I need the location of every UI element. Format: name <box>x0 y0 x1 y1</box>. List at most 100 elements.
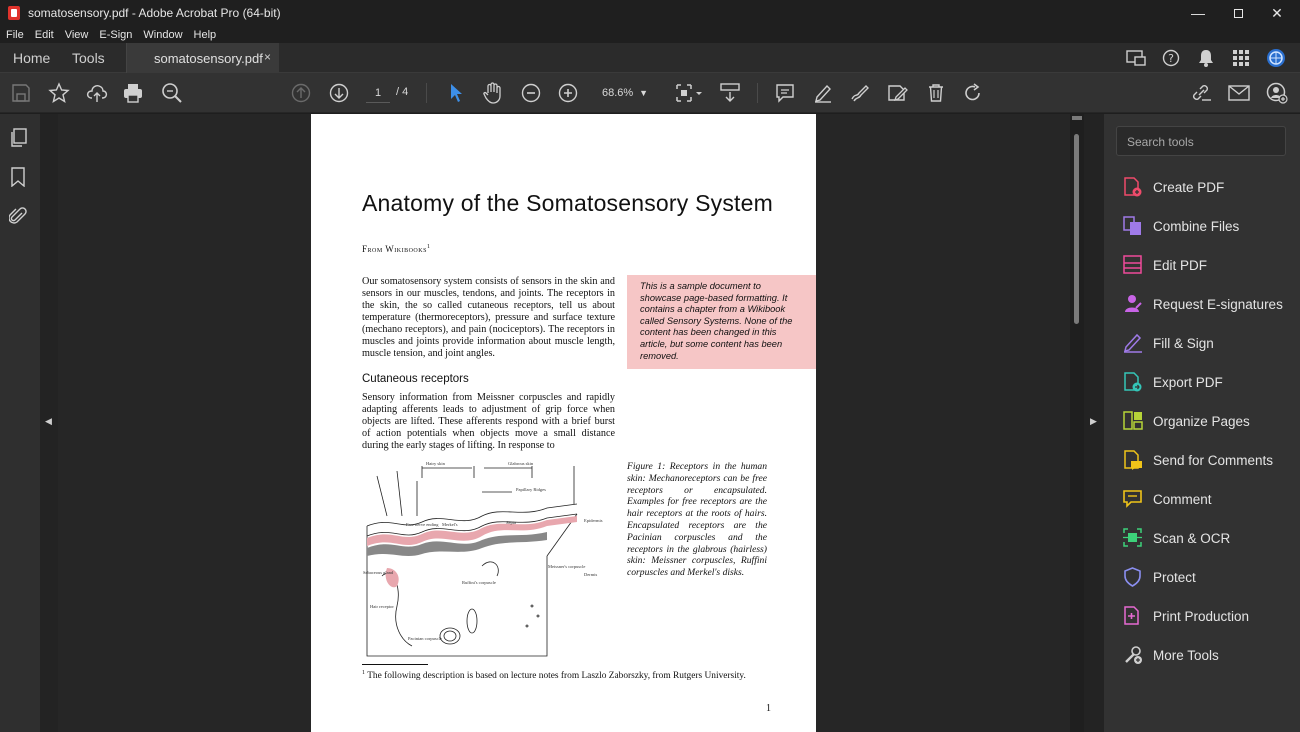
skin-receptors-figure: Hairy skin Glabrous skin Papillary Ridge… <box>363 461 603 657</box>
figure-label-epidermis: Epidermis <box>584 518 603 523</box>
page-total: / 4 <box>396 86 409 98</box>
figure-caption: Figure 1: Receptors in the human skin: M… <box>627 461 767 579</box>
tool-label: Edit PDF <box>1153 257 1208 273</box>
apps-grid-icon[interactable] <box>1231 48 1251 68</box>
organize-pages-icon <box>1122 410 1144 432</box>
tab-document[interactable]: somatosensory.pdf × <box>126 43 279 73</box>
attachments-paperclip-icon[interactable] <box>8 206 27 231</box>
tool-send-for-comments[interactable]: Send for Comments <box>1122 448 1273 472</box>
search-tools-input[interactable]: Search tools <box>1116 126 1286 156</box>
tool-request-e-signatures[interactable]: Request E-signatures <box>1122 292 1283 316</box>
bookmarks-icon[interactable] <box>10 167 26 192</box>
tool-print-production[interactable]: Print Production <box>1122 604 1249 628</box>
figure-label-septa: Septa <box>506 520 516 525</box>
highlight-pen-icon[interactable] <box>812 82 834 104</box>
zoom-in-icon[interactable] <box>557 82 579 104</box>
draw-signature-icon[interactable] <box>849 82 871 104</box>
scrollbar-thumb[interactable] <box>1074 134 1079 324</box>
menu-window[interactable]: Window <box>137 29 187 41</box>
help-icon[interactable]: ? <box>1161 48 1181 68</box>
figure-label-ruffini: Ruffini's corpuscle <box>462 580 496 585</box>
figure-label-free-nerve: Free nerve ending <box>406 522 439 527</box>
tool-label: Combine Files <box>1153 218 1240 234</box>
close-window-button[interactable]: ✕ <box>1254 0 1300 26</box>
page-number: 1 <box>766 703 771 714</box>
zoom-out-icon[interactable] <box>520 82 542 104</box>
close-tab-icon[interactable]: × <box>264 50 271 64</box>
tool-fill-sign[interactable]: Fill & Sign <box>1122 331 1214 355</box>
tool-more-tools[interactable]: More Tools <box>1122 643 1219 667</box>
tool-protect[interactable]: Protect <box>1122 565 1196 589</box>
menu-help[interactable]: Help <box>188 29 222 41</box>
document-title: Anatomy of the Somatosensory System <box>362 190 773 216</box>
menu-esign[interactable]: E-Sign <box>93 29 137 41</box>
search-zoom-icon[interactable] <box>161 82 183 104</box>
add-user-icon[interactable] <box>1266 82 1288 104</box>
tab-tools[interactable]: Tools <box>72 50 105 66</box>
tool-organize-pages[interactable]: Organize Pages <box>1122 409 1250 433</box>
share-screen-icon[interactable] <box>1126 48 1146 68</box>
zoom-level-select[interactable]: 68.6% ▼ <box>594 83 654 103</box>
rotate-icon[interactable] <box>962 82 984 104</box>
delete-trash-icon[interactable] <box>925 82 947 104</box>
figure-label-papillary: Papillary Ridges <box>516 487 546 492</box>
main-toolbar: 1 / 4 68.6% ▼ <box>0 73 1300 113</box>
tool-export-pdf[interactable]: Export PDF <box>1122 370 1223 394</box>
menu-view[interactable]: View <box>59 29 94 41</box>
footnote-divider <box>362 664 428 665</box>
tab-bar: Home Tools somatosensory.pdf × ? <box>0 43 1300 73</box>
previous-page-icon[interactable] <box>290 82 312 104</box>
tool-create-pdf[interactable]: Create PDF <box>1122 175 1224 199</box>
scan-ocr-icon <box>1122 527 1144 549</box>
title-bar: somatosensory.pdf - Adobe Acrobat Pro (6… <box>0 0 1300 26</box>
share-link-icon[interactable] <box>1190 82 1212 104</box>
tool-comment[interactable]: Comment <box>1122 487 1212 511</box>
save-icon[interactable] <box>10 82 32 104</box>
menu-file[interactable]: File <box>0 29 29 41</box>
tool-label: Print Production <box>1153 608 1250 624</box>
more-tools-icon <box>1122 644 1144 666</box>
section-paragraph: Sensory information from Meissner corpus… <box>362 392 615 451</box>
tool-edit-pdf[interactable]: Edit PDF <box>1122 253 1207 277</box>
figure-label-hairy-skin: Hairy skin <box>426 461 446 466</box>
footnote: 1 The following description is based on … <box>362 670 746 681</box>
next-page-icon[interactable] <box>328 82 350 104</box>
right-panel-toggle[interactable]: ▶ <box>1084 114 1104 732</box>
add-comment-icon[interactable] <box>774 82 796 104</box>
page-fit-icon[interactable] <box>674 82 704 104</box>
print-icon[interactable] <box>122 82 144 104</box>
select-cursor-icon[interactable] <box>445 82 467 104</box>
scroll-mode-icon[interactable] <box>719 82 741 104</box>
page-number-input[interactable]: 1 <box>366 83 390 103</box>
tab-home[interactable]: Home <box>13 50 50 66</box>
tool-scan-ocr[interactable]: Scan & OCR <box>1122 526 1230 550</box>
profile-avatar-icon[interactable] <box>1266 48 1286 68</box>
tab-document-label: somatosensory.pdf <box>154 51 263 66</box>
edit-text-icon[interactable] <box>887 82 909 104</box>
menu-edit[interactable]: Edit <box>29 29 59 41</box>
tool-label: More Tools <box>1153 647 1219 663</box>
tool-combine-files[interactable]: Combine Files <box>1122 214 1239 238</box>
footnote-text: The following description is based on le… <box>367 671 746 682</box>
section-heading: Cutaneous receptors <box>362 373 469 385</box>
bookmark-star-icon[interactable] <box>48 82 70 104</box>
hand-tool-icon[interactable] <box>482 82 504 104</box>
upload-cloud-icon[interactable] <box>86 82 108 104</box>
left-panel-toggle[interactable]: ◀ <box>40 114 58 732</box>
notifications-bell-icon[interactable] <box>1196 48 1216 68</box>
tool-label: Organize Pages <box>1153 413 1250 429</box>
vertical-scrollbar[interactable] <box>1070 114 1084 732</box>
chevron-down-icon: ▼ <box>639 88 648 98</box>
tools-panel: Search tools Create PDF Combine Files Edit… <box>1104 114 1300 732</box>
sample-note-box: This is a sample document to showcase pa… <box>627 275 816 369</box>
scroll-up-arrow[interactable] <box>1072 116 1082 120</box>
page-thumbnails-icon[interactable] <box>9 128 29 153</box>
acrobat-app-icon <box>8 6 20 20</box>
svg-text:?: ? <box>1168 52 1174 65</box>
create-pdf-icon <box>1122 176 1144 198</box>
window-title: somatosensory.pdf - Adobe Acrobat Pro (6… <box>28 6 281 20</box>
figure-label-sebaceous: Sebaceous gland <box>363 570 394 575</box>
tool-label: Protect <box>1153 569 1196 585</box>
email-icon[interactable] <box>1228 82 1250 104</box>
tool-label: Create PDF <box>1153 179 1225 195</box>
